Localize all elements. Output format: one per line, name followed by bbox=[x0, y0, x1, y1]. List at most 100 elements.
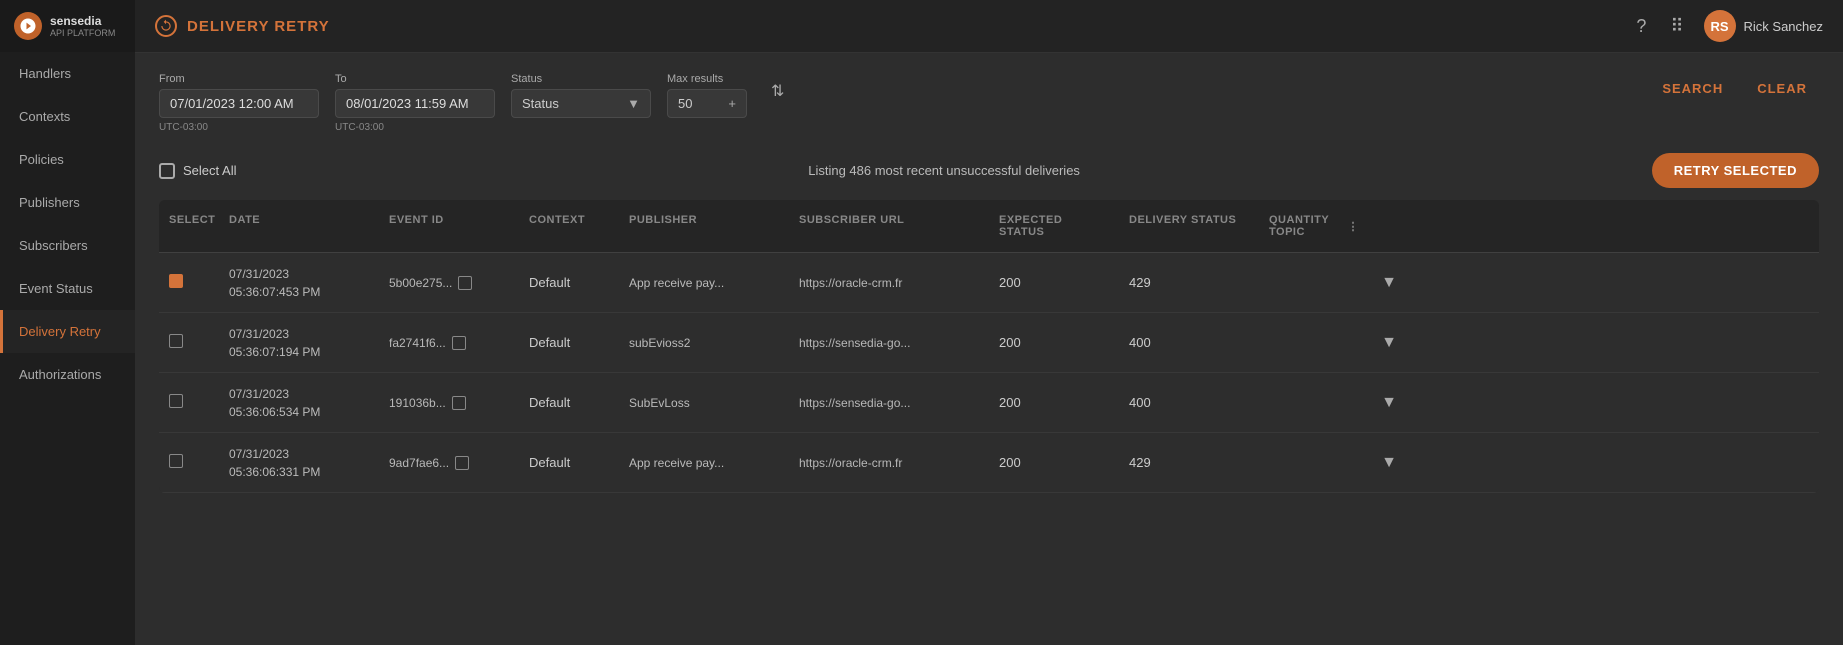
to-timezone: UTC-03:00 bbox=[335, 122, 495, 133]
col-event-id: EVENT ID bbox=[379, 208, 519, 244]
table-header: SELECT DATE EVENT ID CONTEXT PUBLISHER S… bbox=[159, 200, 1819, 253]
row1-publisher: App receive pay... bbox=[619, 266, 789, 300]
row2-checkbox[interactable] bbox=[169, 334, 183, 348]
row3-event-id: 191036b... bbox=[379, 386, 519, 420]
select-all-label: Select All bbox=[183, 163, 236, 178]
apps-icon[interactable]: ⠿ bbox=[1666, 12, 1687, 41]
row4-publisher: App receive pay... bbox=[619, 446, 789, 480]
from-label: From bbox=[159, 73, 319, 85]
max-label: Max results bbox=[667, 73, 747, 85]
status-field: Status Status ▼ bbox=[511, 73, 651, 118]
row3-expand-btn[interactable]: ▼ bbox=[1369, 384, 1409, 422]
col-options-icon[interactable]: ⋮ bbox=[1348, 220, 1360, 233]
filter-row: From 07/01/2023 12:00 AM UTC-03:00 To 08… bbox=[159, 73, 1819, 133]
table-row: 07/31/202305:36:07:194 PM fa2741f6... De… bbox=[159, 313, 1819, 373]
row1-checkbox[interactable] bbox=[169, 274, 183, 288]
status-label: Status bbox=[511, 73, 651, 85]
to-field: To 08/01/2023 11:59 AM UTC-03:00 bbox=[335, 73, 495, 133]
sidebar-item-contexts[interactable]: Contexts bbox=[0, 95, 135, 138]
row2-delivery-status: 400 bbox=[1119, 325, 1259, 360]
row2-context: Default bbox=[519, 325, 619, 360]
max-results-field: Max results 50 + bbox=[667, 73, 747, 118]
row4-expand-btn[interactable]: ▼ bbox=[1369, 444, 1409, 482]
row2-quantity-topic bbox=[1259, 333, 1369, 353]
sidebar-item-policies[interactable]: Policies bbox=[0, 138, 135, 181]
row3-publisher: SubEvLoss bbox=[619, 386, 789, 420]
col-select: SELECT bbox=[159, 208, 219, 244]
sidebar-item-event-status[interactable]: Event Status bbox=[0, 267, 135, 310]
sidebar-item-handlers[interactable]: Handlers bbox=[0, 52, 135, 95]
status-chevron-icon: ▼ bbox=[627, 96, 640, 111]
results-table: SELECT DATE EVENT ID CONTEXT PUBLISHER S… bbox=[159, 200, 1819, 493]
row2-expected-status: 200 bbox=[989, 325, 1119, 360]
select-all-checkbox[interactable] bbox=[159, 163, 175, 179]
select-all-area: Select All bbox=[159, 163, 236, 179]
table-row: 07/31/202305:36:07:453 PM 5b00e275... De… bbox=[159, 253, 1819, 313]
brand-name: sensedia bbox=[50, 14, 115, 28]
row1-expand-btn[interactable]: ▼ bbox=[1369, 264, 1409, 302]
row1-delivery-status: 429 bbox=[1119, 265, 1259, 300]
row2-publisher: subEvioss2 bbox=[619, 326, 789, 360]
table-row: 07/31/202305:36:06:331 PM 9ad7fae6... De… bbox=[159, 433, 1819, 493]
help-icon[interactable]: ? bbox=[1632, 12, 1650, 41]
max-plus-icon: + bbox=[728, 96, 736, 111]
topbar-right: ? ⠿ RS Rick Sanchez bbox=[1632, 10, 1823, 42]
main-content: DELIVERY RETRY ? ⠿ RS Rick Sanchez From … bbox=[135, 0, 1843, 645]
row4-quantity-topic bbox=[1259, 453, 1369, 473]
row1-context: Default bbox=[519, 265, 619, 300]
col-subscriber-url: SUBSCRIBER URL bbox=[789, 208, 989, 244]
sidebar-item-authorizations[interactable]: Authorizations bbox=[0, 353, 135, 396]
row1-copy-icon[interactable] bbox=[458, 276, 472, 290]
row1-expected-status: 200 bbox=[989, 265, 1119, 300]
col-publisher: PUBLISHER bbox=[619, 208, 789, 244]
page-title-area: DELIVERY RETRY bbox=[155, 15, 330, 37]
avatar: RS bbox=[1704, 10, 1736, 42]
row1-event-id: 5b00e275... bbox=[379, 266, 519, 300]
row2-select bbox=[159, 324, 219, 361]
sensedia-logo-icon bbox=[14, 12, 42, 40]
row2-subscriber-url: https://sensedia-go... bbox=[789, 326, 989, 360]
retry-selected-button[interactable]: RETRY SELECTED bbox=[1652, 153, 1819, 188]
sidebar-item-subscribers[interactable]: Subscribers bbox=[0, 224, 135, 267]
user-menu[interactable]: RS Rick Sanchez bbox=[1704, 10, 1823, 42]
row4-copy-icon[interactable] bbox=[455, 456, 469, 470]
row2-copy-icon[interactable] bbox=[452, 336, 466, 350]
row1-select bbox=[159, 264, 219, 301]
row4-subscriber-url: https://oracle-crm.fr bbox=[789, 446, 989, 480]
from-field: From 07/01/2023 12:00 AM UTC-03:00 bbox=[159, 73, 319, 133]
sidebar-item-delivery-retry[interactable]: Delivery Retry bbox=[0, 310, 135, 353]
filter-actions: SEARCH CLEAR bbox=[1650, 73, 1819, 106]
row3-subscriber-url: https://sensedia-go... bbox=[789, 386, 989, 420]
row3-date: 07/31/202305:36:06:534 PM bbox=[219, 375, 379, 431]
to-value[interactable]: 08/01/2023 11:59 AM bbox=[335, 89, 495, 118]
col-delivery-status: DELIVERY STATUS bbox=[1119, 208, 1259, 244]
sort-icon[interactable]: ⇅ bbox=[763, 73, 792, 109]
row4-expected-status: 200 bbox=[989, 445, 1119, 480]
row3-select bbox=[159, 384, 219, 421]
col-quantity-topic: QUANTITY TOPIC ⋮ bbox=[1259, 208, 1369, 244]
row3-checkbox[interactable] bbox=[169, 394, 183, 408]
row1-quantity-topic bbox=[1259, 273, 1369, 293]
row4-context: Default bbox=[519, 445, 619, 480]
max-value[interactable]: 50 + bbox=[667, 89, 747, 118]
clear-button[interactable]: CLEAR bbox=[1745, 73, 1819, 104]
search-button[interactable]: SEARCH bbox=[1650, 73, 1735, 104]
content-area: From 07/01/2023 12:00 AM UTC-03:00 To 08… bbox=[135, 53, 1843, 645]
row4-date: 07/31/202305:36:06:331 PM bbox=[219, 435, 379, 491]
col-date: DATE bbox=[219, 208, 379, 244]
row2-date: 07/31/202305:36:07:194 PM bbox=[219, 315, 379, 371]
row2-expand-btn[interactable]: ▼ bbox=[1369, 324, 1409, 362]
row3-delivery-status: 400 bbox=[1119, 385, 1259, 420]
row1-subscriber-url: https://oracle-crm.fr bbox=[789, 266, 989, 300]
row4-checkbox[interactable] bbox=[169, 454, 183, 468]
from-value[interactable]: 07/01/2023 12:00 AM bbox=[159, 89, 319, 118]
from-timezone: UTC-03:00 bbox=[159, 122, 319, 133]
filter-sort-area: ⇅ bbox=[763, 73, 792, 127]
page-title: DELIVERY RETRY bbox=[187, 18, 330, 35]
status-select[interactable]: Status ▼ bbox=[511, 89, 651, 118]
row4-delivery-status: 429 bbox=[1119, 445, 1259, 480]
sidebar-logo: sensedia API PLATFORM bbox=[0, 0, 135, 52]
row3-copy-icon[interactable] bbox=[452, 396, 466, 410]
sidebar-item-publishers[interactable]: Publishers bbox=[0, 181, 135, 224]
row1-date: 07/31/202305:36:07:453 PM bbox=[219, 255, 379, 311]
